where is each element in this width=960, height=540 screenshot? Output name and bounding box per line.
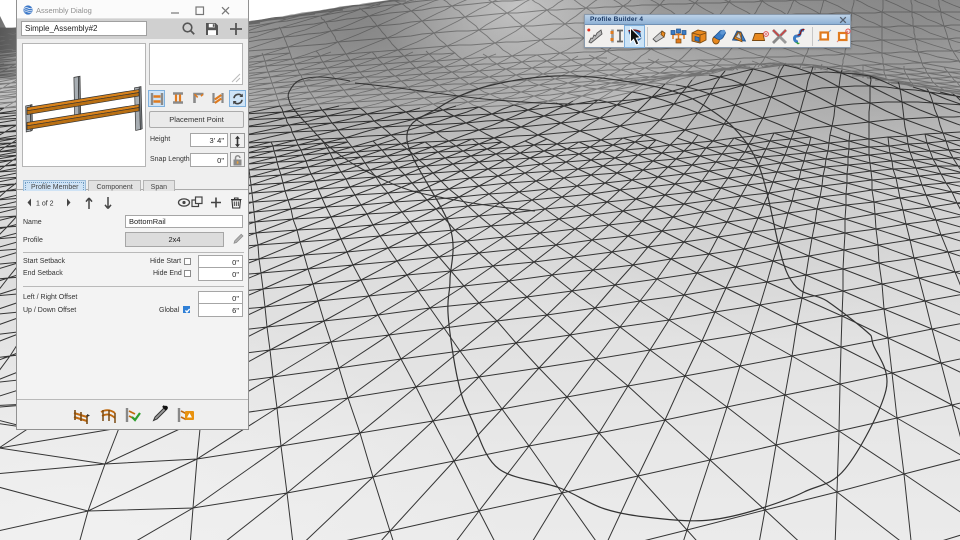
svg-text:1 of 2: 1 of 2 (36, 201, 54, 208)
